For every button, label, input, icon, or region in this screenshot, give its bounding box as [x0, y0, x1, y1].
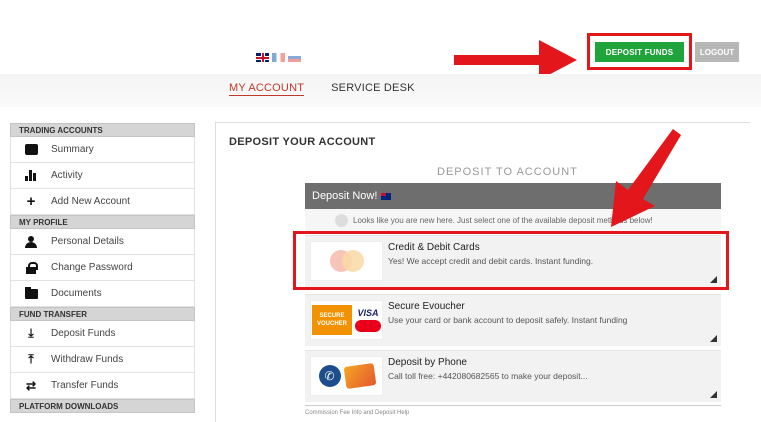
- sidebar-item-label: Transfer Funds: [51, 380, 119, 391]
- phone-cards-logo: ✆: [310, 356, 383, 396]
- australia-flag-icon: [381, 192, 392, 200]
- uk-flag-icon[interactable]: [256, 53, 269, 62]
- sidebar-item-add-account[interactable]: + Add New Account: [10, 189, 195, 215]
- smiley-icon: [335, 213, 348, 227]
- footnote-link[interactable]: Commission Fee Info and Deposit Help: [305, 410, 409, 416]
- red-arrow-annotation: [611, 129, 681, 227]
- sidebar: TRADING ACCOUNTS Summary Activity + Add …: [10, 123, 195, 413]
- bar-chart-icon: [11, 170, 51, 181]
- briefcase-icon: [11, 144, 51, 155]
- sidebar-item-summary[interactable]: Summary: [10, 137, 195, 163]
- sidebar-item-withdraw-funds[interactable]: ⤒ Withdraw Funds: [10, 347, 195, 373]
- method-deposit-by-phone[interactable]: ✆ Deposit by Phone Call toll free: +4420…: [305, 350, 721, 402]
- folder-icon: [11, 286, 51, 299]
- lock-icon: [11, 261, 51, 274]
- method-title: Secure Evoucher: [388, 301, 465, 312]
- sidebar-section-profile: MY PROFILE: [10, 215, 195, 229]
- russia-flag-icon[interactable]: [288, 53, 301, 62]
- sidebar-item-documents[interactable]: Documents: [10, 281, 195, 307]
- sidebar-item-label: Withdraw Funds: [51, 354, 124, 365]
- sidebar-item-transfer-funds[interactable]: ⇄ Transfer Funds: [10, 373, 195, 399]
- sidebar-item-label: Add New Account: [51, 196, 130, 207]
- secure-voucher-logo: SECURE VOUCHER VISA: [310, 300, 383, 340]
- sidebar-item-label: Documents: [51, 288, 102, 299]
- sidebar-item-label: Activity: [51, 170, 83, 181]
- nav-service-desk[interactable]: SERVICE DESK: [331, 82, 415, 96]
- divider: [305, 405, 721, 406]
- corner-triangle-icon: [710, 391, 717, 398]
- sidebar-item-label: Change Password: [51, 262, 133, 273]
- plus-icon: +: [26, 193, 36, 210]
- sidebar-item-activity[interactable]: Activity: [10, 163, 195, 189]
- sidebar-section-fund-transfer: FUND TRANSFER: [10, 307, 195, 321]
- corner-triangle-icon: [710, 335, 717, 342]
- method-title: Deposit by Phone: [388, 357, 467, 368]
- page-title: DEPOSIT YOUR ACCOUNT: [229, 136, 376, 148]
- sidebar-item-change-password[interactable]: Change Password: [10, 255, 195, 281]
- deposit-now-label: Deposit Now!: [312, 190, 378, 202]
- user-icon: [11, 235, 51, 248]
- method-desc: Use your card or bank account to deposit…: [388, 315, 628, 325]
- method-secure-evoucher[interactable]: SECURE VOUCHER VISA Secure Evoucher Use y…: [305, 294, 721, 346]
- deposit-subtitle: DEPOSIT TO ACCOUNT: [437, 166, 578, 178]
- sidebar-section-trading: TRADING ACCOUNTS: [10, 123, 195, 137]
- sidebar-item-personal-details[interactable]: Personal Details: [10, 229, 195, 255]
- sidebar-item-label: Personal Details: [51, 236, 124, 247]
- download-icon: ⤓: [28, 326, 34, 340]
- france-flag-icon[interactable]: [272, 53, 285, 62]
- sidebar-item-label: Deposit Funds: [51, 328, 116, 339]
- method-desc: Call toll free: +442080682565 to make yo…: [388, 371, 588, 381]
- sidebar-item-deposit-funds[interactable]: ⤓ Deposit Funds: [10, 321, 195, 347]
- phone-icon: ✆: [318, 365, 341, 387]
- upload-icon: ⤒: [28, 352, 34, 366]
- language-selector: [256, 53, 301, 62]
- sidebar-section-platform-downloads: PLATFORM DOWNLOADS: [10, 399, 195, 413]
- main-nav: MY ACCOUNT SERVICE DESK: [229, 82, 415, 96]
- logout-button[interactable]: LOGOUT: [695, 42, 739, 62]
- transfer-icon: ⇄: [25, 378, 37, 393]
- nav-my-account[interactable]: MY ACCOUNT: [229, 82, 305, 96]
- sidebar-item-label: Summary: [51, 144, 94, 155]
- deposit-funds-button[interactable]: DEPOSIT FUNDS: [595, 42, 684, 62]
- highlight-box-cards: [293, 231, 729, 290]
